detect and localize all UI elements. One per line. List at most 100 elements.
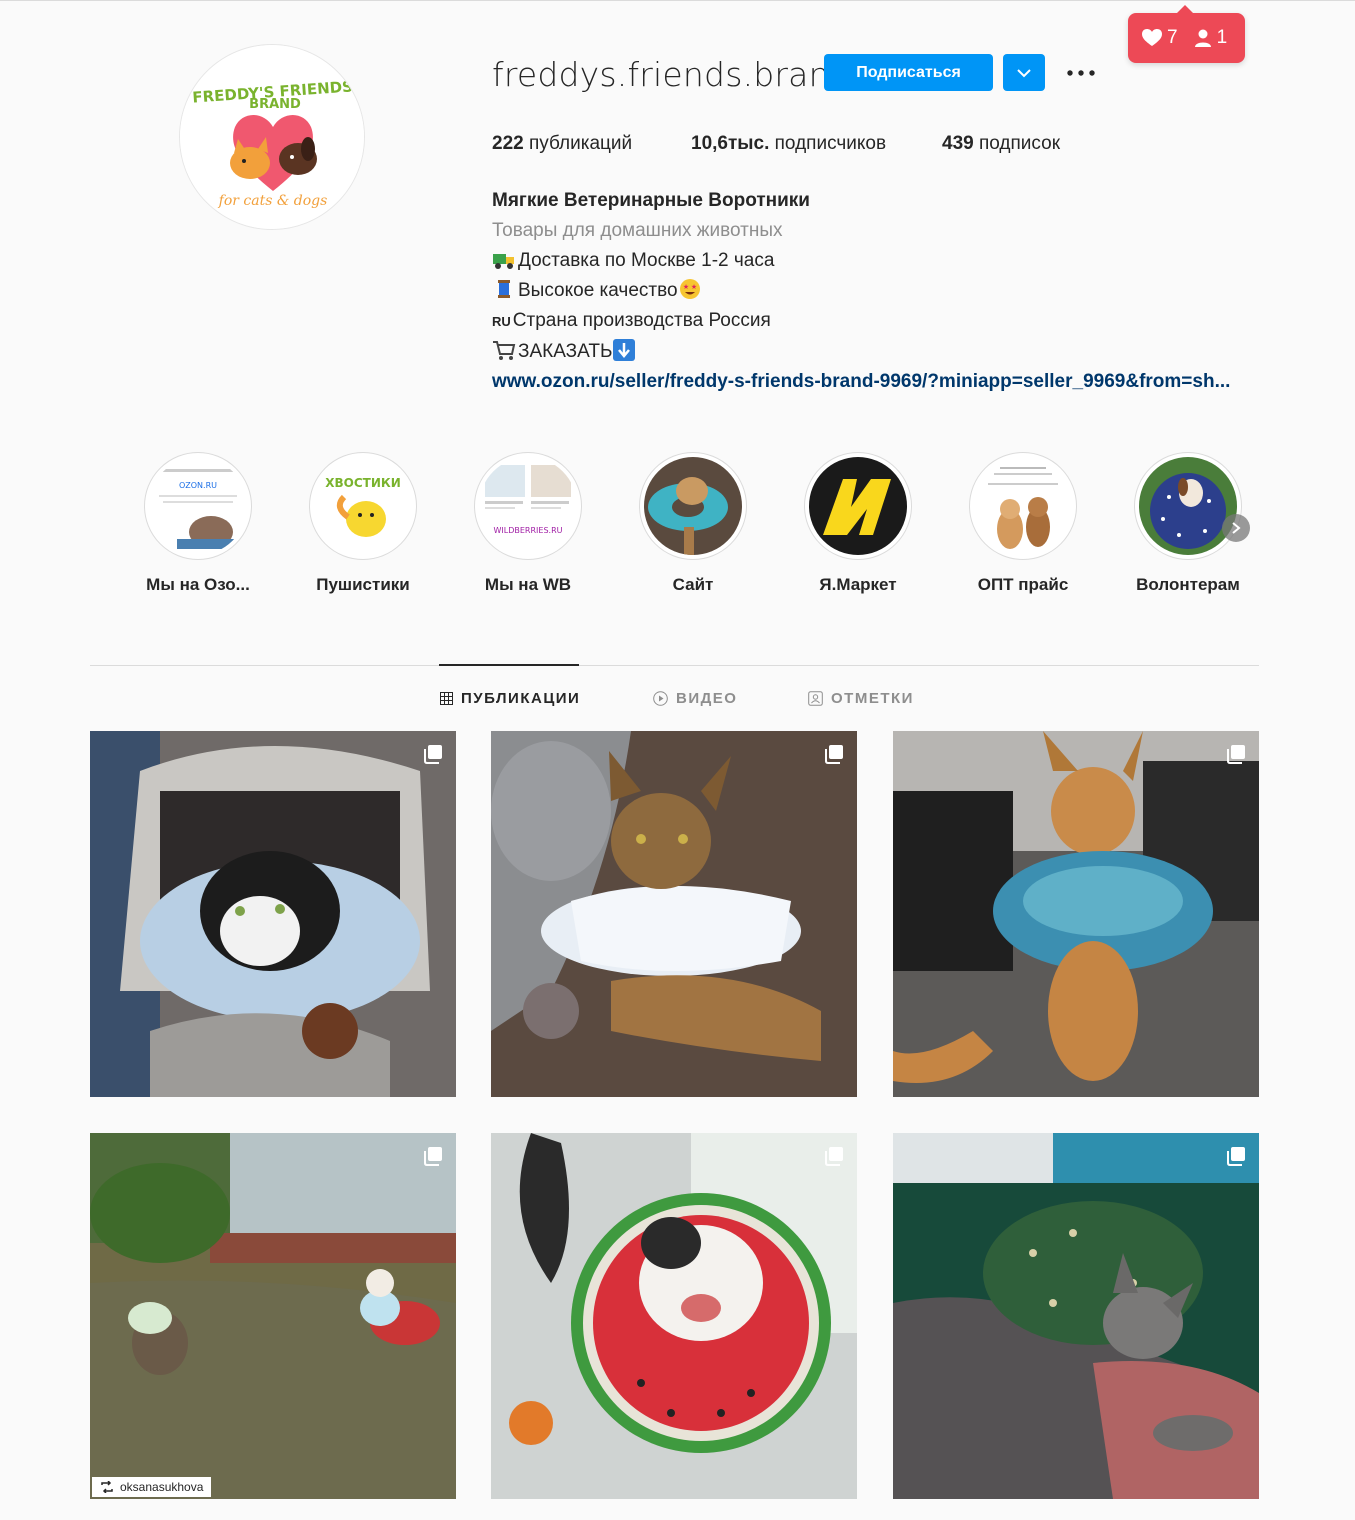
profile-stats: 222 публикаций 10,6тыс. подписчиков 439 … (492, 133, 1060, 155)
highlight-ymarket[interactable]: Я.Маркет (788, 452, 928, 595)
followers-stat[interactable]: 10,6тыс. подписчиков (691, 133, 942, 155)
profile-bio: Мягкие Ветеринарные Воротники Товары для… (492, 186, 1230, 397)
highlight-cover (644, 457, 742, 555)
bio-order-text: ЗАКАЗАТЬ (518, 341, 613, 362)
bio-delivery-text: Доставка по Москве 1-2 часа (518, 250, 775, 271)
grid-icon (440, 692, 453, 705)
carousel-icon (1227, 1147, 1245, 1166)
carousel-icon (424, 1147, 442, 1166)
post-tile[interactable] (893, 731, 1259, 1097)
following-label: подписок (973, 133, 1061, 154)
svg-text:ХВОСТИКИ: ХВОСТИКИ (325, 476, 401, 490)
highlight-cover (1139, 457, 1237, 555)
carousel-icon (825, 745, 843, 764)
tagged-icon (808, 691, 823, 706)
post-image-maine-coon (893, 731, 1259, 1097)
svg-text:WILDBERRIES.RU: WILDBERRIES.RU (494, 526, 563, 535)
post-image-garden-cats (90, 1133, 456, 1499)
tab-posts-label: ПУБЛИКАЦИИ (461, 690, 581, 707)
repost-icon (101, 1481, 113, 1493)
following-stat[interactable]: 439 подписок (942, 133, 1060, 155)
highlight-ozon[interactable]: OZON.RU Мы на Озо... (128, 452, 268, 595)
bio-quality-text: Высокое качество (518, 280, 678, 301)
highlight-ring (639, 452, 747, 560)
profile-avatar[interactable]: FREDDY'S FRIENDS BRAND for cats & dogs (179, 44, 365, 230)
more-options-button[interactable] (1064, 60, 1098, 86)
chevron-right-icon (1232, 522, 1241, 534)
top-border (0, 0, 1355, 4)
bio-line-delivery: Доставка по Москве 1-2 часа (492, 246, 1230, 276)
post-tile[interactable] (90, 731, 456, 1097)
post-tile[interactable] (491, 731, 857, 1097)
likes-count: 7 (1167, 27, 1178, 48)
highlight-ring: OZON.RU (144, 452, 252, 560)
highlight-ring (969, 452, 1077, 560)
highlight-label: Пушистики (316, 575, 410, 594)
svg-text:★: ★ (682, 283, 688, 291)
highlight-label: Мы на WB (484, 575, 572, 594)
highlight-cover: ХВОСТИКИ (314, 457, 412, 555)
highlight-label: Сайт (672, 575, 714, 594)
ru-flag-tag: RU (492, 314, 511, 329)
post-tile[interactable]: oksanasukhova (90, 1133, 456, 1499)
highlight-ring: WILDBERRIES.RU (474, 452, 582, 560)
profile-username: freddys.friends.brand (492, 55, 851, 94)
post-image-watermelon-collar (491, 1133, 857, 1499)
posts-count: 222 (492, 133, 524, 154)
highlight-label: Волонтерам (1136, 575, 1240, 594)
tab-video[interactable]: ВИДЕО (653, 690, 737, 707)
highlight-wb[interactable]: WILDBERRIES.RU Мы на WB (458, 452, 598, 595)
posts-label: публикаций (523, 133, 633, 154)
story-highlights: OZON.RU Мы на Озо... ХВОСТИКИ Пушистики (0, 452, 1355, 612)
carousel-icon (424, 745, 442, 764)
svg-text:★: ★ (690, 283, 696, 291)
highlight-pushistiki[interactable]: ХВОСТИКИ Пушистики (293, 452, 433, 595)
bio-line-order: ЗАКАЗАТЬ (492, 337, 1230, 367)
highlight-ring: ХВОСТИКИ (309, 452, 417, 560)
followers-count: 10,6тыс. (691, 133, 770, 154)
bio-line-country: RU Страна производства Россия (492, 306, 1230, 337)
play-icon (653, 691, 668, 706)
highlight-cover: OZON.RU (149, 457, 247, 555)
svg-text:OZON.RU: OZON.RU (179, 481, 217, 490)
activity-notification[interactable]: 7 1 (1128, 5, 1245, 63)
highlight-label: ОПТ прайс (977, 575, 1069, 594)
tab-tagged[interactable]: ОТМЕТКИ (808, 690, 914, 707)
svg-text:for cats & dogs: for cats & dogs (218, 193, 328, 209)
bio-external-link[interactable]: www.ozon.ru/seller/freddy-s-friends-bran… (492, 367, 1230, 397)
carousel-icon (1227, 745, 1245, 764)
market-logo-icon (809, 457, 907, 555)
post-image-green-collar (893, 1133, 1259, 1499)
follow-button[interactable]: Подписаться (824, 54, 993, 91)
suggested-accounts-button[interactable] (1003, 54, 1045, 91)
tab-tagged-label: ОТМЕТКИ (831, 690, 914, 707)
post-image-cat-plush (491, 731, 857, 1097)
highlight-cover (974, 457, 1072, 555)
post-tile[interactable] (893, 1133, 1259, 1499)
star-eyes-icon: ★ ★ (679, 279, 700, 299)
more-dots-icon (1067, 70, 1095, 76)
highlight-cover: WILDBERRIES.RU (479, 457, 577, 555)
posts-stat: 222 публикаций (492, 133, 691, 155)
highlights-next-button[interactable] (1222, 514, 1250, 542)
tab-video-label: ВИДЕО (676, 690, 738, 707)
followers-notif-count: 1 (1216, 27, 1228, 48)
highlight-ring (804, 452, 912, 560)
person-icon (1194, 29, 1211, 47)
tabs-divider (90, 665, 1259, 666)
bio-line-quality: Высокое качество ★ ★ (492, 276, 1230, 306)
tab-posts[interactable]: ПУБЛИКАЦИИ (440, 690, 580, 707)
highlight-site[interactable]: Сайт (623, 452, 763, 595)
heart-icon (1142, 29, 1162, 46)
bio-category: Товары для домашних животных (492, 220, 783, 241)
chevron-down-icon (1017, 68, 1031, 77)
post-tile[interactable] (491, 1133, 857, 1499)
thread-spool-icon (498, 280, 510, 298)
carousel-icon (825, 1147, 843, 1166)
svg-text:BRAND: BRAND (249, 97, 301, 112)
down-arrow-icon (613, 339, 636, 361)
highlight-opt-price[interactable]: ОПТ прайс (953, 452, 1093, 595)
highlight-label: Я.Маркет (819, 575, 897, 594)
truck-icon (493, 254, 514, 269)
brand-logo: FREDDY'S FRIENDS BRAND for cats & dogs (180, 45, 364, 229)
